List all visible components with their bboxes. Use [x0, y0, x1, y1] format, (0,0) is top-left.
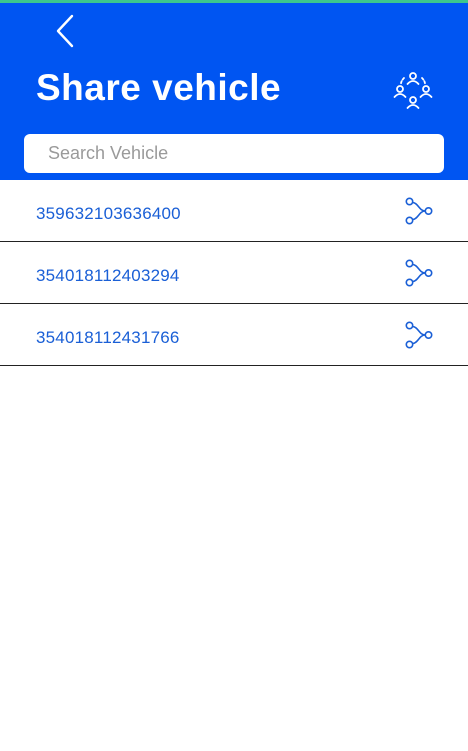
back-button[interactable]: [48, 13, 82, 53]
share-button[interactable]: [400, 258, 438, 292]
share-button[interactable]: [400, 196, 438, 230]
app-header: Share vehicle: [0, 3, 468, 180]
share-icon: [404, 258, 434, 293]
search-input[interactable]: [24, 134, 444, 173]
share-icon: [404, 196, 434, 231]
vehicle-id: 354018112403294: [36, 266, 180, 285]
share-button[interactable]: [400, 320, 438, 354]
list-item[interactable]: 359632103636400: [0, 180, 468, 242]
page-title: Share vehicle: [36, 67, 282, 108]
chevron-left-icon: [54, 13, 76, 54]
vehicle-id: 354018112431766: [36, 328, 180, 347]
group-share-button[interactable]: [390, 68, 436, 114]
share-icon: [404, 320, 434, 355]
group-users-icon: [391, 67, 435, 116]
vehicle-list: 359632103636400 354018112403294 35401811…: [0, 180, 468, 366]
list-item[interactable]: 354018112431766: [0, 304, 468, 366]
vehicle-id: 359632103636400: [36, 204, 181, 223]
list-item[interactable]: 354018112403294: [0, 242, 468, 304]
